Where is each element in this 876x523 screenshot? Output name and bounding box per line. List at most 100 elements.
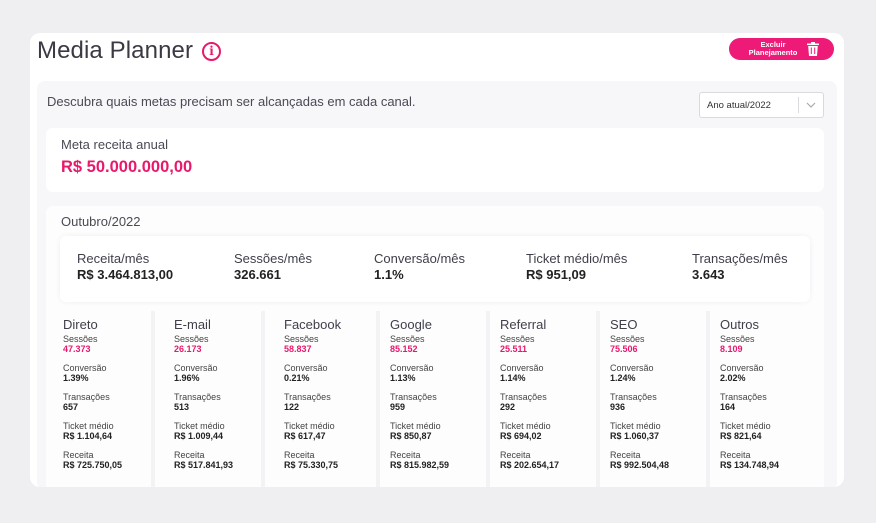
transactions-value: 959: [390, 402, 406, 412]
channel-name: Referral: [500, 317, 547, 332]
page-title: Media Planner: [37, 37, 194, 64]
conversion-label: Conversão: [284, 363, 328, 373]
sessions-value: 58.837: [284, 344, 312, 354]
ticket-label: Ticket médio: [390, 421, 441, 431]
summary-label: Sessões/mês: [234, 251, 313, 266]
channel-column-email: E-mail Sessões 26.173 Conversão 1.96% Tr…: [174, 317, 259, 479]
channel-column-direto: Direto Sessões 47.373 Conversão 1.39% Tr…: [63, 317, 148, 479]
ticket-value: R$ 694,02: [500, 431, 542, 441]
period-select[interactable]: Ano atual/2022: [699, 92, 824, 118]
ticket-label: Ticket médio: [720, 421, 771, 431]
transactions-label: Transações: [174, 392, 221, 402]
conversion-value: 0.21%: [284, 373, 310, 383]
transactions-label: Transações: [610, 392, 657, 402]
channel-name: Facebook: [284, 317, 342, 332]
column-divider: [151, 311, 155, 487]
transactions-label: Transações: [390, 392, 437, 402]
conversion-value: 2.02%: [720, 373, 746, 383]
column-divider: [376, 311, 380, 487]
channel-column-facebook: Facebook Sessões 58.837 Conversão 0.21% …: [284, 317, 369, 479]
ticket-label: Ticket médio: [610, 421, 661, 431]
sessions-label: Sessões: [390, 334, 425, 344]
column-divider: [261, 311, 265, 487]
transactions-value: 122: [284, 402, 300, 412]
ticket-value: R$ 1.104,64: [63, 431, 113, 441]
revenue-label: Receita: [284, 450, 315, 460]
ticket-value: R$ 821,64: [720, 431, 762, 441]
channel-name: E-mail: [174, 317, 211, 332]
annual-goal-box: Meta receita anual R$ 50.000.000,00: [46, 128, 824, 192]
conversion-label: Conversão: [500, 363, 544, 373]
summary-conversion: Conversão/mês 1.1%: [374, 251, 465, 282]
ticket-value: R$ 1.009,44: [174, 431, 224, 441]
revenue-label: Receita: [63, 450, 94, 460]
channel-column-seo: SEO Sessões 75.506 Conversão 1.24% Trans…: [610, 317, 695, 479]
column-divider: [596, 311, 600, 487]
summary-label: Ticket médio/mês: [526, 251, 628, 266]
summary-value: R$ 3.464.813,00: [77, 267, 174, 282]
summary-value: 1.1%: [374, 267, 404, 282]
sessions-value: 85.152: [390, 344, 418, 354]
channel-name: Outros: [720, 317, 760, 332]
sessions-value: 8.109: [720, 344, 743, 354]
delete-planning-button[interactable]: Excluir Planejamento: [729, 38, 834, 60]
revenue-label: Receita: [610, 450, 641, 460]
revenue-value: R$ 815.982,59: [390, 460, 450, 470]
transactions-value: 936: [610, 402, 626, 412]
ticket-label: Ticket médio: [63, 421, 114, 431]
summary-label: Conversão/mês: [374, 251, 466, 266]
info-icon[interactable]: i: [202, 41, 222, 61]
summary-revenue: Receita/mês R$ 3.464.813,00: [77, 251, 173, 282]
transactions-label: Transações: [500, 392, 547, 402]
column-divider: [706, 311, 710, 487]
chevron-down-icon[interactable]: [799, 102, 823, 108]
revenue-label: Receita: [390, 450, 421, 460]
conversion-label: Conversão: [720, 363, 764, 373]
sessions-value: 25.511: [500, 344, 528, 354]
sessions-label: Sessões: [720, 334, 755, 344]
transactions-label: Transações: [284, 392, 331, 402]
sessions-label: Sessões: [63, 334, 98, 344]
transactions-label: Transações: [720, 392, 767, 402]
trash-icon: [807, 42, 819, 56]
planner-content: Descubra quais metas precisam ser alcanç…: [37, 81, 837, 487]
annual-goal-label: Meta receita anual: [61, 137, 168, 152]
channel-column-google: Google Sessões 85.152 Conversão 1.13% Tr…: [390, 317, 475, 479]
transactions-value: 292: [500, 402, 516, 412]
sessions-value: 26.173: [174, 344, 202, 354]
transactions-value: 657: [63, 402, 79, 412]
media-planner-card: Media Planner i Excluir Planejamento Des…: [30, 33, 844, 487]
month-section: Outubro/2022 Receita/mês R$ 3.464.813,00…: [46, 206, 824, 487]
transactions-label: Transações: [63, 392, 110, 402]
conversion-value: 1.13%: [390, 373, 416, 383]
summary-value: 326.661: [234, 267, 281, 282]
channel-name: Direto: [63, 317, 98, 332]
conversion-label: Conversão: [610, 363, 654, 373]
conversion-label: Conversão: [174, 363, 218, 373]
ticket-value: R$ 1.060,37: [610, 431, 660, 441]
ticket-label: Ticket médio: [500, 421, 551, 431]
delete-planning-label: Excluir Planejamento: [748, 39, 798, 57]
column-divider: [486, 311, 490, 487]
sessions-label: Sessões: [610, 334, 645, 344]
sessions-label: Sessões: [284, 334, 319, 344]
sessions-label: Sessões: [500, 334, 535, 344]
ticket-value: R$ 850,87: [390, 431, 432, 441]
channel-column-outros: Outros Sessões 8.109 Conversão 2.02% Tra…: [720, 317, 805, 479]
summary-ticket: Ticket médio/mês R$ 951,09: [526, 251, 627, 282]
revenue-label: Receita: [500, 450, 531, 460]
summary-value: R$ 951,09: [526, 267, 586, 282]
revenue-value: R$ 134.748,94: [720, 460, 780, 470]
conversion-value: 1.96%: [174, 373, 200, 383]
channel-name: Google: [390, 317, 432, 332]
ticket-label: Ticket médio: [174, 421, 225, 431]
sessions-label: Sessões: [174, 334, 209, 344]
month-label: Outubro/2022: [61, 214, 141, 229]
header: Media Planner i: [37, 36, 222, 66]
revenue-label: Receita: [720, 450, 751, 460]
conversion-label: Conversão: [63, 363, 107, 373]
transactions-value: 164: [720, 402, 736, 412]
conversion-value: 1.39%: [63, 373, 89, 383]
summary-sessions: Sessões/mês 326.661: [234, 251, 312, 282]
conversion-value: 1.24%: [610, 373, 636, 383]
